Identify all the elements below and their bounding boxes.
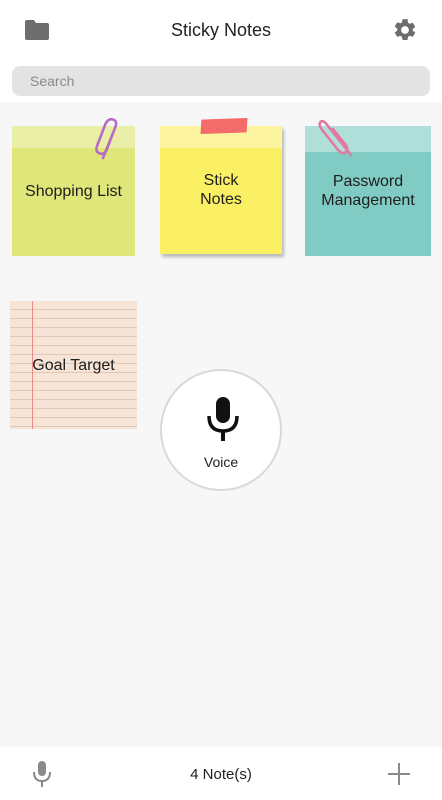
note-count: 4 Note(s)	[190, 766, 252, 783]
microphone-icon	[207, 397, 239, 441]
search-input[interactable]: Search	[12, 66, 430, 96]
plus-icon[interactable]	[388, 763, 410, 785]
paperclip-icon	[95, 118, 118, 160]
note-title: Password Management	[321, 173, 415, 209]
note-card[interactable]: Stick Notes	[160, 126, 282, 254]
page-title: Sticky Notes	[170, 20, 272, 40]
paperclip-icon	[318, 119, 353, 157]
note-title: Stick Notes	[200, 172, 242, 208]
note-card[interactable]: Goal Target	[10, 301, 137, 429]
bottom-bar: 4 Note(s)	[0, 747, 442, 800]
gear-icon[interactable]	[392, 17, 418, 43]
note-title: Shopping List	[25, 182, 122, 200]
voice-button[interactable]: Voice	[160, 369, 282, 491]
voice-label: Voice	[203, 454, 239, 470]
app-header: Sticky Notes	[0, 0, 442, 62]
note-title: Goal Target	[32, 356, 115, 374]
